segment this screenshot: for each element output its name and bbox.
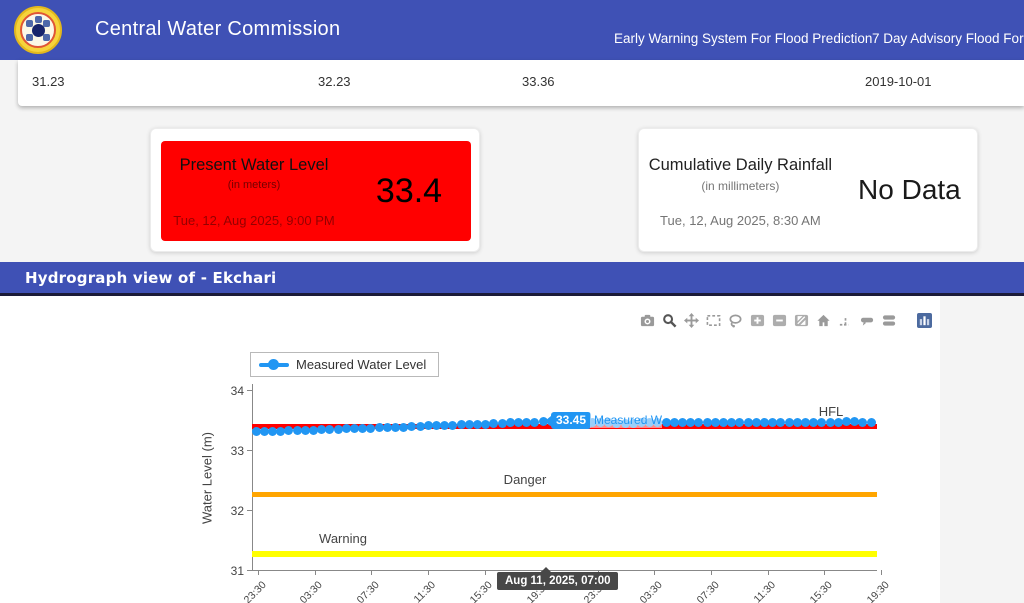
hover-xaxis-tooltip: Aug 11, 2025, 07:00 [497,567,619,590]
legend-marker-line-dot [259,359,289,370]
measured-point [366,423,376,433]
ref-label-warning: Warning [319,531,367,547]
zoom-icon[interactable] [662,313,677,328]
toggle-spikelines-icon[interactable] [838,313,853,328]
x-tick-label: 15:30 [467,579,496,603]
nav-early-warning-system[interactable]: Early Warning System For Flood Predictio… [614,31,872,46]
ref-line-warning [252,551,877,558]
hydrograph-chart: Measured Water Level Water Level (m) 31 3… [0,296,940,603]
rainfall-card-title: Cumulative Daily Rainfall [648,156,833,174]
cwc-logo-emblem [20,12,56,48]
hydrograph-section-title: Hydrograph view of - Ekchari [25,269,277,287]
autoscale-icon[interactable] [794,313,809,328]
lasso-icon[interactable] [728,313,743,328]
water-level-alert-box: Present Water Level (in meters) Tue, 12,… [161,141,471,241]
app-title: Central Water Commission [95,18,341,40]
x-tick-mark [427,570,429,575]
danger-level-value: 32.23 [318,74,351,89]
measured-point [866,417,876,427]
ref-label-danger: Danger [503,471,547,487]
flood-dashboard: Central Water Commission Early Warning S… [0,0,1024,603]
water-level-card-title: Present Water Level [179,156,329,174]
y-tick-label: 31 [230,564,244,578]
y-tick-mark [247,510,252,511]
x-tick-label: 15:30 [807,579,835,603]
measured-point [325,424,335,434]
legend-label: Measured Water Level [296,357,427,372]
water-level-card-unit: (in meters) [227,179,281,191]
measured-point [858,417,868,427]
x-tick-mark [314,570,316,575]
y-axis-line [252,384,253,571]
camera-icon[interactable] [640,313,655,328]
x-axis-line [252,570,877,571]
app-header: Central Water Commission Early Warning S… [0,0,1024,60]
zoom-in-icon[interactable] [750,313,765,328]
x-tick-label: 11:30 [751,579,779,603]
ref-line-danger [252,491,877,497]
hydrograph-section-bar: Hydrograph view of - Ekchari [0,262,1024,296]
x-tick-mark [484,570,486,575]
hfl-value: 33.36 [522,74,555,89]
measured-point [448,420,458,430]
hover-closest-icon[interactable] [860,313,875,328]
y-tick-mark [247,450,252,451]
measured-point [776,417,786,427]
hover-trace-label: Measured Wat... [590,413,662,428]
y-tick-label: 33 [230,444,244,458]
x-tick-label: 03:30 [298,579,326,603]
station-summary-row: 31.23 32.23 33.36 2019-10-01 [18,60,1024,106]
water-level-value: 33.4 [375,171,443,210]
y-tick-label: 34 [230,384,244,398]
plotly-logo-icon[interactable] [917,313,932,328]
home-icon[interactable] [816,313,831,328]
x-tick-mark [767,570,769,575]
x-tick-label: 23:30 [241,579,269,603]
rainfall-card-unit: (in millimeters) [701,179,780,193]
hfl-date-value: 2019-10-01 [865,74,932,89]
x-tick-label: 19:30 [864,579,892,603]
x-tick-label: 03:30 [637,579,665,603]
zoom-out-icon[interactable] [772,313,787,328]
box-select-icon[interactable] [706,313,721,328]
y-tick-mark [247,570,252,571]
cwc-logo [14,6,62,54]
present-water-level-card: Present Water Level (in meters) Tue, 12,… [150,128,480,252]
pan-icon[interactable] [684,313,699,328]
x-tick-mark [654,570,656,575]
x-tick-mark [371,570,373,575]
x-tick-label: 11:30 [411,579,439,603]
y-tick-label: 32 [230,504,244,518]
x-tick-label: 07:30 [694,579,722,603]
x-tick-mark [258,570,259,575]
ref-label-hfl: HFL [818,403,844,419]
rainfall-timestamp: Tue, 12, Aug 2025, 8:30 AM [660,213,821,228]
y-axis-title: Water Level (m) [199,432,215,524]
warning-level-value: 31.23 [32,74,65,89]
chart-legend[interactable]: Measured Water Level [250,352,440,377]
x-tick-mark [711,570,713,575]
rainfall-card: Cumulative Daily Rainfall (in millimeter… [638,128,978,252]
measured-point [530,417,540,427]
x-tick-mark [881,570,882,575]
x-tick-mark [824,570,826,575]
measured-point [284,426,294,436]
y-tick-mark [247,390,252,391]
nav-7-day-advisory[interactable]: 7 Day Advisory Flood Fore [872,31,1024,46]
rainfall-value: No Data [858,174,961,205]
hover-value-badge: 33.45 [544,412,592,429]
measured-point [407,421,417,431]
hover-compare-icon[interactable] [882,313,897,328]
water-level-timestamp: Tue, 12, Aug 2025, 9:00 PM [173,213,335,228]
plotly-modebar [640,313,932,328]
x-tick-label: 07:30 [354,579,382,603]
measured-point [817,417,827,427]
